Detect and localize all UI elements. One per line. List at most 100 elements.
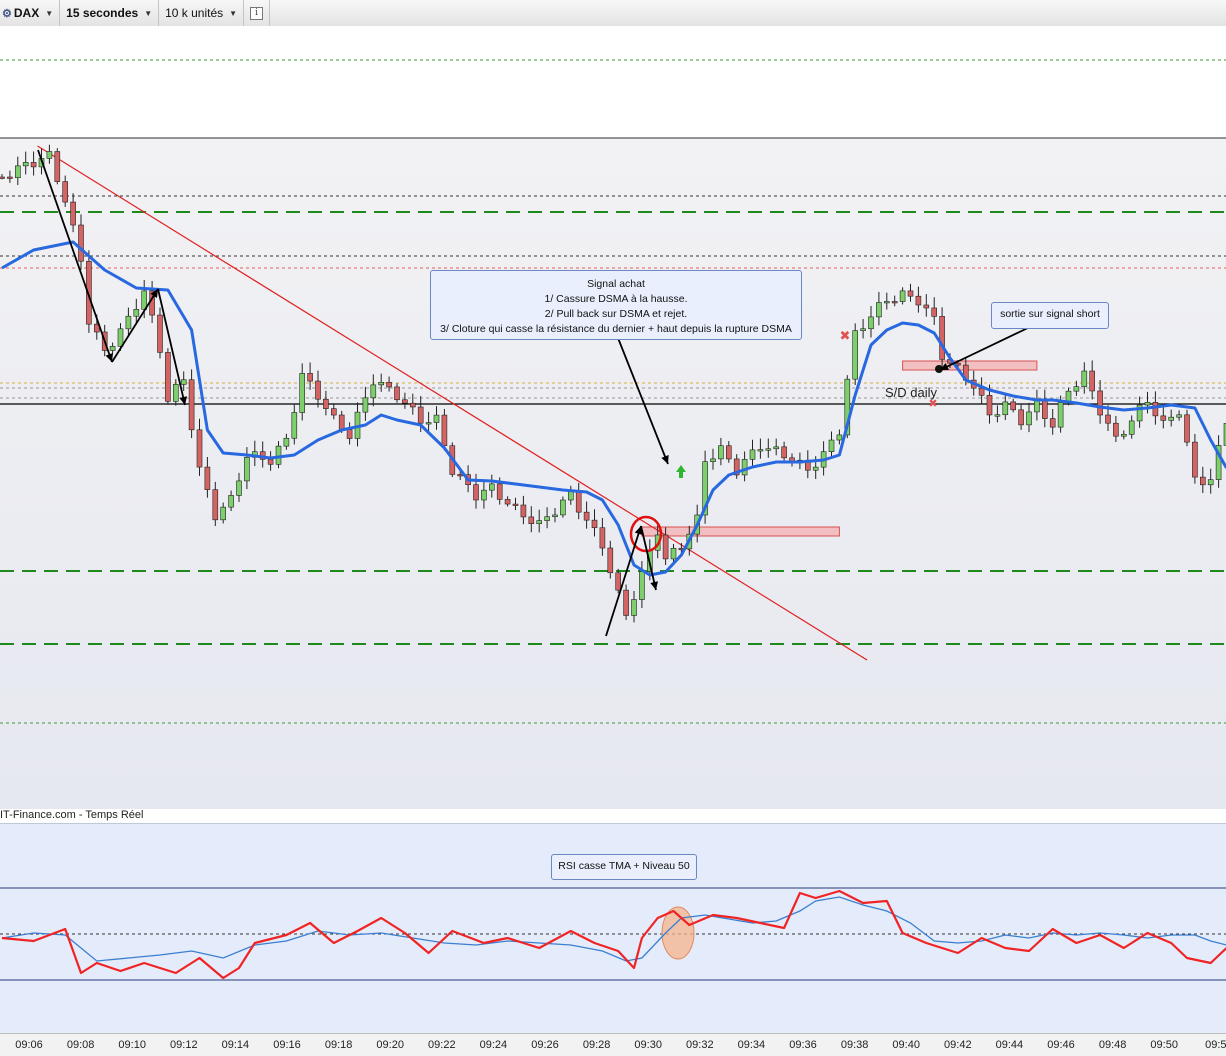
- candle-body: [441, 414, 448, 447]
- candle-body: [741, 459, 748, 476]
- candle-body: [860, 328, 866, 331]
- time-tick-label: 09:08: [66, 1039, 95, 1051]
- candle-body: [378, 381, 385, 386]
- candle-body: [591, 519, 598, 529]
- time-tick-label: 09:14: [221, 1039, 250, 1051]
- candle-body: [670, 547, 677, 560]
- candle-body: [631, 599, 637, 616]
- candle-body: [512, 503, 519, 506]
- candle-body: [267, 459, 274, 465]
- candle-body: [78, 224, 84, 262]
- candle-body: [520, 504, 527, 518]
- candle-body: [994, 414, 1001, 417]
- candle-body: [1089, 370, 1095, 392]
- candle-body: [939, 316, 945, 360]
- gear-icon: ⚙: [2, 7, 12, 20]
- chevron-down-icon: ▼: [144, 8, 153, 18]
- volume-label: 10 k unités: [165, 6, 224, 20]
- candle-body: [868, 316, 874, 330]
- candle-body: [157, 314, 163, 353]
- candle-body: [599, 527, 606, 549]
- sd-zone: [641, 526, 840, 537]
- chart-toolbar: ⚙ DAX ▼ 15 secondes ▼ 10 k unités ▼ i: [0, 0, 1226, 27]
- candle-body: [765, 448, 772, 451]
- candle-body: [330, 408, 337, 416]
- candle-body: [812, 466, 819, 471]
- instrument-label: DAX: [13, 6, 40, 20]
- candle-body: [781, 446, 787, 459]
- candle-body: [1160, 415, 1167, 421]
- short-exit-note: sortie sur signal short: [991, 302, 1109, 329]
- instrument-selector[interactable]: ⚙ DAX ▼: [0, 0, 61, 26]
- candle-body: [899, 290, 906, 302]
- candle-body: [1121, 434, 1127, 437]
- time-tick-label: 09:42: [944, 1039, 972, 1051]
- candle-body: [560, 499, 566, 516]
- info-button[interactable]: i: [244, 0, 271, 26]
- candle-body: [307, 373, 313, 382]
- time-tick-label: 09:26: [531, 1039, 559, 1051]
- candle-body: [425, 422, 432, 425]
- time-tick-label: 09:06: [15, 1039, 43, 1051]
- candle-body: [125, 315, 132, 330]
- candle-body: [852, 330, 859, 380]
- candle-body: [212, 489, 219, 521]
- candle-body: [7, 176, 13, 179]
- candle-body: [394, 386, 400, 401]
- candle-body: [749, 449, 756, 460]
- candle-body: [54, 151, 61, 182]
- time-tick-label: 09:44: [995, 1039, 1024, 1051]
- time-tick-label: 09:36: [789, 1039, 817, 1051]
- candle-body: [291, 412, 298, 439]
- candle-body: [828, 439, 835, 453]
- candle-body: [1042, 400, 1048, 419]
- candle-body: [315, 380, 321, 400]
- interval-label: 15 secondes: [66, 6, 139, 20]
- volume-selector[interactable]: 10 k unités ▼: [159, 0, 245, 26]
- buy-signal-step3: 3/ Cloture qui casse la résistance du de…: [440, 323, 792, 335]
- info-icon: i: [250, 6, 264, 20]
- candle-body: [386, 381, 392, 388]
- candle-body: [607, 547, 614, 574]
- time-tick-label: 09:46: [1047, 1039, 1075, 1051]
- candle-body: [1184, 414, 1190, 443]
- candle-body: [923, 304, 930, 309]
- candle-body: [496, 483, 503, 500]
- candle-body: [1144, 402, 1151, 406]
- time-tick-label: 09:50: [1150, 1039, 1178, 1051]
- data-source-label: IT-Finance.com - Temps Réel: [0, 809, 144, 821]
- candle-body: [338, 414, 345, 430]
- candle-body: [1034, 400, 1040, 413]
- interval-selector[interactable]: 15 secondes ▼: [60, 0, 160, 26]
- candle-body: [409, 402, 416, 408]
- candle-body: [402, 399, 408, 404]
- candle-body: [544, 516, 550, 521]
- candle-body: [109, 346, 116, 351]
- candle-body: [481, 489, 487, 501]
- candle-body: [228, 495, 234, 508]
- candle-body: [204, 466, 211, 490]
- candle-body: [1113, 422, 1119, 437]
- candle-body: [275, 445, 282, 465]
- candle-body: [417, 406, 424, 424]
- candle-body: [173, 384, 179, 402]
- candle-body: [236, 480, 242, 496]
- candle-body: [457, 474, 464, 477]
- time-tick-label: 09:10: [118, 1039, 146, 1051]
- price-chart[interactable]: ✖ ✖: [0, 26, 1226, 809]
- candle-body: [710, 458, 716, 462]
- candle-body: [283, 437, 290, 447]
- candle-body: [244, 457, 250, 482]
- candle-body: [1002, 401, 1009, 416]
- candle-body: [1049, 418, 1056, 428]
- candle-body: [62, 181, 69, 203]
- time-tick-label: 09:22: [428, 1039, 456, 1051]
- time-tick-label: 09:5: [1205, 1039, 1226, 1051]
- chevron-down-icon: ▼: [45, 8, 54, 18]
- candle-body: [220, 506, 226, 521]
- candle-body: [504, 499, 511, 505]
- candle-body: [528, 516, 535, 525]
- candle-body: [70, 201, 76, 226]
- candle-body: [1018, 409, 1024, 426]
- candle-body: [583, 511, 590, 521]
